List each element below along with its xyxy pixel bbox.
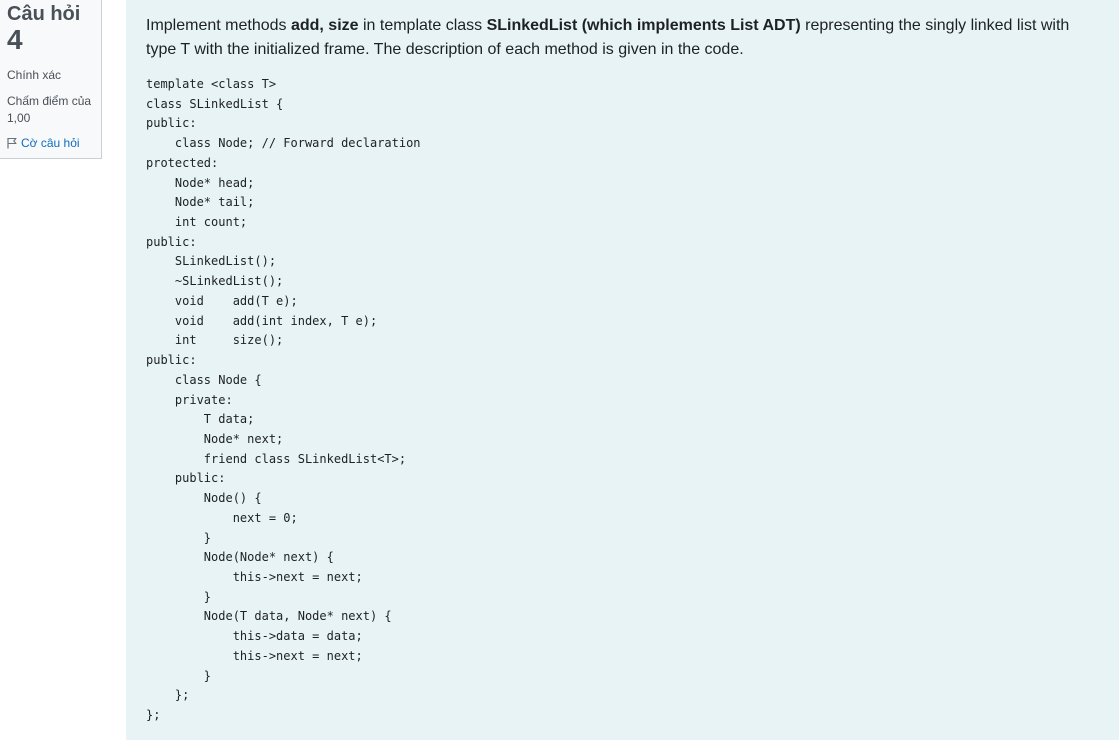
question-prompt: Implement methods add, size in template … <box>146 14 1081 62</box>
quiz-question-page: Câu hỏi 4 Chính xác Chấm điểm của 1,00 C… <box>0 0 1119 740</box>
flag-icon <box>7 137 17 149</box>
prompt-class-name: SLinkedList (which implements List ADT) <box>486 17 801 34</box>
question-grade: Chấm điểm của 1,00 <box>7 94 92 125</box>
prompt-methods: add, size <box>290 17 359 34</box>
question-content: Implement methods add, size in template … <box>126 0 1119 740</box>
code-block: template <class T> class SLinkedList { p… <box>146 77 421 722</box>
prompt-text: Implement methods <box>146 17 291 34</box>
flag-question-label: Cờ câu hỏi <box>21 136 80 150</box>
question-label: Câu hỏi <box>7 3 81 25</box>
question-number: 4 <box>7 24 23 55</box>
question-status: Chính xác <box>7 68 62 82</box>
prompt-text: in template class <box>358 17 487 34</box>
question-info-panel: Câu hỏi 4 Chính xác Chấm điểm của 1,00 C… <box>0 0 102 159</box>
flag-question-link[interactable]: Cờ câu hỏi <box>7 135 101 151</box>
